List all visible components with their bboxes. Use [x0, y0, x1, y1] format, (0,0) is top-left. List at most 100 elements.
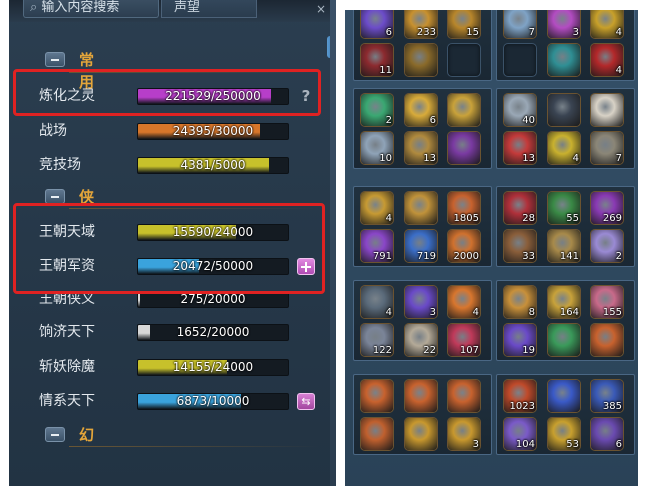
item-slot[interactable]: 791	[360, 229, 394, 263]
gold-seal-icon	[405, 418, 437, 450]
item-slot[interactable]: 4	[547, 131, 581, 165]
item-slot[interactable]	[447, 93, 481, 127]
item-slot[interactable]: 164	[547, 285, 581, 319]
item-slot[interactable]	[547, 323, 581, 357]
item-slot[interactable]: 4	[360, 285, 394, 319]
item-slot[interactable]	[590, 93, 624, 127]
item-count: 385	[602, 401, 622, 412]
item-slot[interactable]: 122	[360, 323, 394, 357]
item-slot[interactable]	[503, 43, 537, 77]
item-slot[interactable]: 7	[590, 131, 624, 165]
item-slot[interactable]: 385	[590, 379, 624, 413]
item-slot[interactable]	[360, 417, 394, 451]
item-count: 4	[385, 213, 392, 224]
item-slot[interactable]	[404, 191, 438, 225]
progress-bar: 4381/5000	[137, 157, 289, 174]
inventory-group: 40 13 4 7	[496, 88, 635, 169]
item-slot[interactable]: 6	[360, 10, 394, 39]
item-slot[interactable]: 22	[404, 323, 438, 357]
reputation-name: 竞技场	[39, 157, 81, 173]
item-slot[interactable]: 7	[503, 10, 537, 39]
item-slot[interactable]: 3	[404, 285, 438, 319]
item-slot[interactable]	[404, 43, 438, 77]
item-slot[interactable]	[590, 323, 624, 357]
item-slot[interactable]: 6	[404, 93, 438, 127]
collapse-icon[interactable]	[45, 189, 65, 204]
item-slot[interactable]: 13	[503, 131, 537, 165]
orange-rune-icon	[448, 380, 480, 412]
reputation-row: 饷济天下 1652/20000	[39, 316, 329, 348]
item-slot[interactable]: 13	[404, 131, 438, 165]
item-slot[interactable]: 104	[503, 417, 537, 451]
item-slot[interactable]: 15	[447, 10, 481, 39]
item-slot[interactable]: 55	[547, 191, 581, 225]
item-slot[interactable]: 4	[447, 285, 481, 319]
item-slot[interactable]: 28	[503, 191, 537, 225]
item-slot[interactable]: 233	[404, 10, 438, 39]
item-slot[interactable]: 6	[590, 417, 624, 451]
reputation-row: 情系天下 6873/10000 ⇆	[39, 385, 329, 417]
reputation-name: 战场	[39, 123, 67, 139]
tab-reputation[interactable]: 声望	[161, 0, 257, 18]
item-count: 4	[615, 27, 622, 38]
collapse-icon[interactable]	[45, 427, 65, 442]
item-slot[interactable]: 2000	[447, 229, 481, 263]
item-slot[interactable]: 107	[447, 323, 481, 357]
item-count: 13	[522, 153, 535, 164]
item-slot[interactable]	[447, 131, 481, 165]
item-count: 6	[429, 115, 436, 126]
item-slot[interactable]: 1023	[503, 379, 537, 413]
item-slot[interactable]: 33	[503, 229, 537, 263]
item-count: 10	[379, 153, 392, 164]
item-slot[interactable]	[547, 93, 581, 127]
star-sparkle-icon	[548, 380, 580, 412]
progress-value: 24395/30000	[172, 124, 254, 138]
search-icon: ⌕	[30, 0, 38, 15]
item-slot[interactable]: 2	[590, 229, 624, 263]
item-slot[interactable]	[447, 379, 481, 413]
item-slot[interactable]: 8	[503, 285, 537, 319]
teal-rune-icon	[548, 44, 580, 76]
item-slot[interactable]: 155	[590, 285, 624, 319]
collapse-icon[interactable]	[45, 52, 65, 67]
search-input[interactable]: ⌕ 输入内容搜索	[23, 0, 159, 18]
item-count: 4	[572, 153, 579, 164]
item-count: 22	[423, 345, 436, 356]
orange-rune-icon	[405, 380, 437, 412]
orange-rune-icon	[361, 418, 393, 450]
item-slot[interactable]: 4	[590, 43, 624, 77]
item-slot[interactable]: 2	[360, 93, 394, 127]
highlight-box	[13, 203, 325, 294]
item-slot[interactable]	[360, 379, 394, 413]
item-slot[interactable]: 269	[590, 191, 624, 225]
item-slot[interactable]: 1805	[447, 191, 481, 225]
inventory-panel: 6 233 15 11 7 3 4 4 2 6 10 13 40 13 4 7 4 1805 791 719 2000 2…	[345, 10, 638, 486]
swap-icon[interactable]: ⇆	[297, 393, 315, 410]
item-slot[interactable]: 719	[404, 229, 438, 263]
item-slot[interactable]: 53	[547, 417, 581, 451]
inventory-group: 6 233 15 11	[353, 10, 492, 81]
reputation-name: 斩妖除魔	[39, 359, 95, 375]
item-slot[interactable]: 40	[503, 93, 537, 127]
item-slot[interactable]	[547, 43, 581, 77]
scrollbar-thumb[interactable]	[327, 36, 336, 58]
reputation-name: 情系天下	[39, 393, 95, 409]
item-slot[interactable]: 10	[360, 131, 394, 165]
item-slot[interactable]	[404, 417, 438, 451]
orange-rune-icon	[361, 380, 393, 412]
item-count: 2000	[453, 251, 479, 262]
item-slot[interactable]: 19	[503, 323, 537, 357]
progress-bar: 24395/30000	[137, 123, 289, 140]
item-slot[interactable]: 4	[590, 10, 624, 39]
close-icon[interactable]: ×	[316, 2, 326, 16]
inventory-group: 4 1805 791 719 2000	[353, 186, 492, 267]
item-count: 269	[602, 213, 622, 224]
item-slot[interactable]: 4	[360, 191, 394, 225]
item-slot[interactable]	[547, 379, 581, 413]
item-slot[interactable]: 11	[360, 43, 394, 77]
item-slot[interactable]	[404, 379, 438, 413]
item-slot[interactable]: 3	[447, 417, 481, 451]
item-slot[interactable]: 141	[547, 229, 581, 263]
item-slot[interactable]: 3	[547, 10, 581, 39]
item-slot[interactable]	[447, 43, 481, 77]
